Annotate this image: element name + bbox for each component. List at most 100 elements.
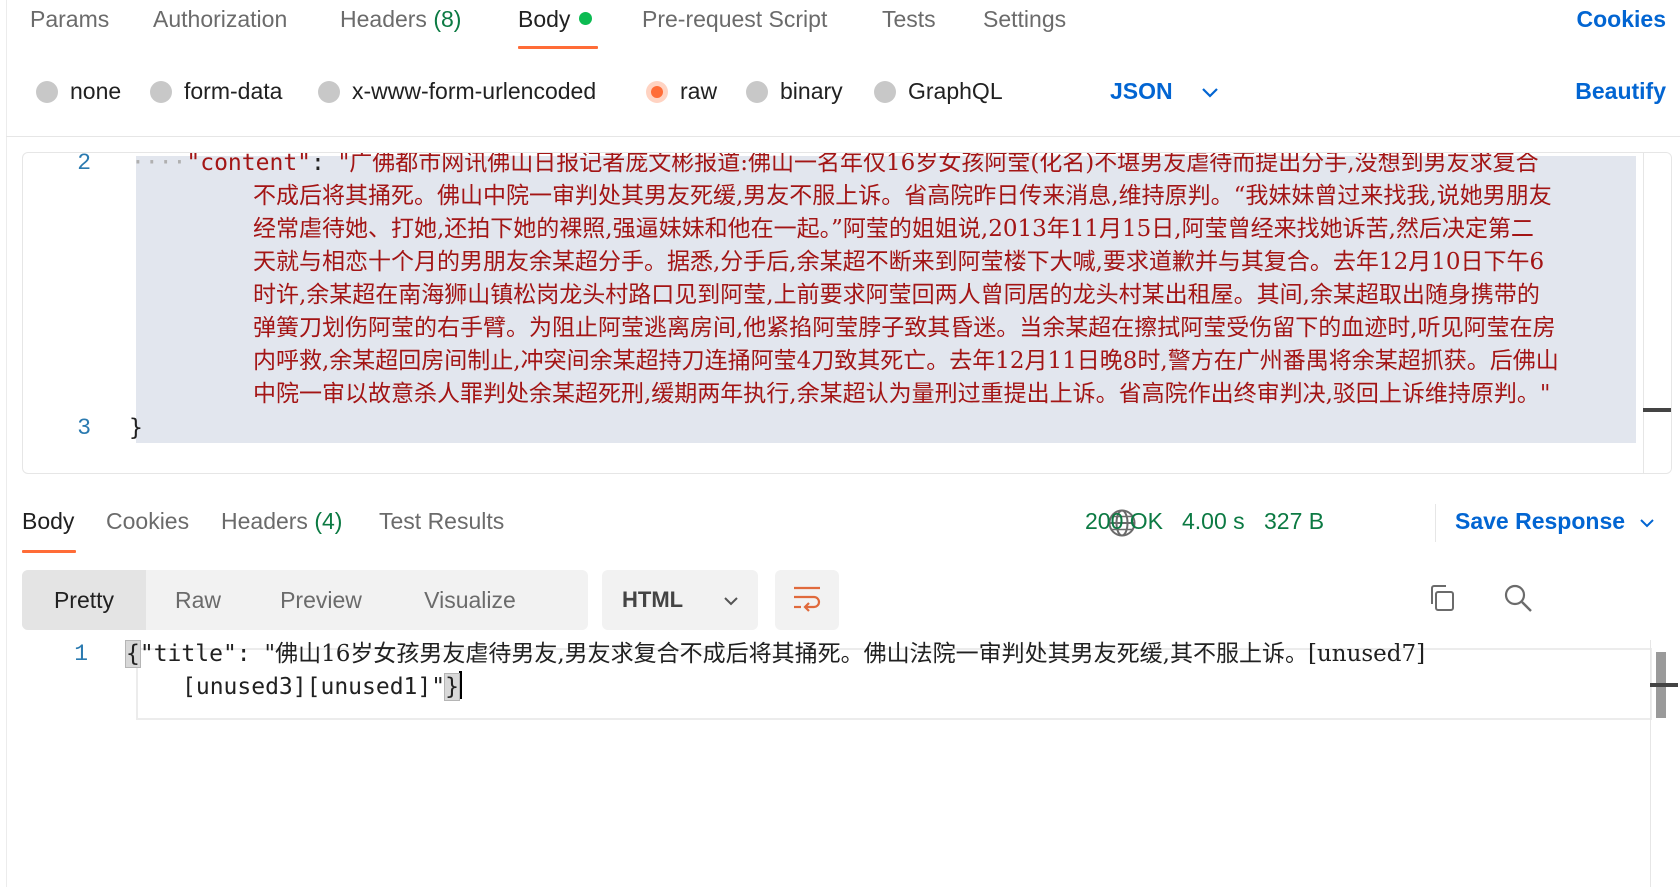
radio-graphql[interactable]: GraphQL [874, 78, 1003, 105]
tab-headers-count: (8) [433, 6, 462, 32]
json-colon: : [311, 152, 339, 176]
matched-bracket: } [444, 673, 460, 701]
response-format-label: HTML [622, 587, 684, 612]
resp-tab-headers[interactable]: Headers (4) [221, 508, 342, 535]
tab-body-underline [518, 46, 598, 49]
radio-graphql-label: GraphQL [908, 78, 1003, 104]
resp-tab-test-results-label: Test Results [379, 508, 505, 534]
resp-tab-headers-count: (4) [314, 508, 343, 534]
line-number: 1 [74, 641, 88, 667]
save-response-label: Save Response [1455, 508, 1626, 534]
code-line-2: ····"content": "广佛都市网讯佛山日报记者庞文彬报道:佛山一名年仅… [131, 152, 1641, 181]
radio-binary[interactable]: binary [746, 78, 843, 105]
beautify-button[interactable]: Beautify [1575, 78, 1666, 105]
view-raw[interactable]: Raw [146, 570, 250, 630]
scrollbar-thumb[interactable] [1643, 408, 1671, 412]
radio-circle [150, 80, 172, 103]
tab-tests-label: Tests [882, 6, 936, 32]
body-type-selector: none form-data x-www-form-urlencoded raw… [0, 70, 1680, 118]
resp-tab-body-underline [22, 550, 76, 553]
radio-circle-checked [646, 80, 668, 103]
radio-circle [318, 80, 340, 103]
whitespace-dots: ···· [131, 152, 187, 176]
tab-pre-request-script[interactable]: Pre-request Script [642, 6, 827, 33]
vertical-scrollbar[interactable] [1643, 153, 1671, 473]
radio-form-data[interactable]: form-data [150, 78, 282, 105]
radio-binary-label: binary [780, 78, 843, 104]
response-format-select[interactable]: HTML [602, 570, 758, 630]
line-number: 3 [77, 415, 91, 441]
resp-tab-cookies[interactable]: Cookies [106, 508, 189, 535]
json-value-line: 天就与相恋十个月的男朋友余某超分手。据悉,分手后,余某超不断来到阿莹楼下大喊,要… [253, 249, 1545, 275]
raw-format-select[interactable]: JSON [1110, 78, 1219, 105]
tab-headers[interactable]: Headers (8) [340, 6, 461, 33]
json-key: "content" [186, 152, 312, 176]
tab-params-label: Params [30, 6, 110, 32]
radio-circle [36, 80, 58, 103]
tab-headers-label: Headers [340, 6, 427, 32]
save-response-button[interactable]: Save Response [1455, 508, 1655, 535]
response-line-1-wrap: [unused3][unused1]"} [182, 669, 462, 705]
json-value-line: 内呼救,余某超回房间制止,冲突间余某超持刀连捅阿莹4刀致其死亡。去年12月11日… [253, 348, 1559, 374]
radio-raw[interactable]: raw [646, 78, 717, 105]
divider [6, 136, 1680, 137]
search-icon [1503, 583, 1533, 618]
resp-tab-cookies-label: Cookies [106, 508, 190, 534]
json-value-line: "广佛都市网讯佛山日报记者庞文彬报道:佛山一名年仅16岁女孩阿莹(化名)不堪男友… [338, 152, 1539, 176]
cookies-link[interactable]: Cookies [1577, 6, 1666, 33]
radio-form-data-label: form-data [184, 78, 283, 104]
scrollbar-marker [1650, 683, 1678, 687]
search-button[interactable] [1500, 582, 1536, 618]
radio-none[interactable]: none [36, 78, 121, 105]
json-value-line: [unused3][unused1]" [182, 674, 446, 700]
dot-indicator [579, 12, 593, 25]
json-value-line: 中院一审以故意杀人罪判处余某超死刑,缓期两年执行,余某超认为量刑过重提出上诉。省… [253, 381, 1551, 407]
wrap-lines-button[interactable] [775, 570, 839, 630]
scrollbar-track[interactable] [1650, 640, 1651, 887]
view-visualize[interactable]: Visualize [392, 570, 548, 630]
json-value-line: 经常虐待她、打她,还拍下她的裸照,强逼妹妹和他在一起。”阿莹的姐姐说,2013年… [253, 216, 1534, 242]
resp-tab-body[interactable]: Body [22, 508, 74, 535]
response-view-modes: Pretty Raw Preview Visualize [22, 570, 588, 630]
tab-settings-label: Settings [983, 6, 1067, 32]
wrap-lines-icon [792, 584, 822, 617]
tab-settings[interactable]: Settings [983, 6, 1066, 33]
line-number: 2 [77, 152, 91, 176]
postman-page: Params Authorization Headers (8) Body Pr… [0, 0, 1680, 887]
radio-circle [874, 80, 896, 103]
response-body-viewer[interactable]: 1 {"title": "佛山16岁女孩男友虐待男友,男友求复合不成后将其捅死。… [6, 640, 1680, 887]
chevron-down-icon [723, 587, 739, 613]
json-value-line: 时许,余某超在南海狮山镇松岗龙头村路口见到阿莹,上前要求阿莹回两人曾同居的龙头村… [253, 282, 1540, 308]
view-preview[interactable]: Preview [250, 570, 392, 630]
response-tabs: Body Cookies Headers (4) Test Results 20… [0, 502, 1680, 554]
chevron-down-icon [1201, 78, 1219, 105]
response-line-1: {"title": "佛山16岁女孩男友虐待男友,男友求复合不成后将其捅死。佛山… [125, 636, 1426, 672]
text-caret [458, 671, 462, 699]
radio-circle [746, 80, 768, 103]
json-value-line: 不成后将其捅死。佛山中院一审判处其男友死缓,男友不服上诉。省高院昨日传来消息,维… [253, 183, 1552, 209]
radio-none-label: none [70, 78, 122, 104]
radio-raw-label: raw [680, 78, 718, 104]
tab-body[interactable]: Body [518, 6, 593, 33]
closing-brace: } [129, 415, 143, 441]
view-pretty[interactable]: Pretty [22, 570, 146, 630]
copy-button[interactable] [1424, 582, 1460, 618]
tab-authorization[interactable]: Authorization [153, 6, 287, 33]
resp-tab-body-label: Body [22, 508, 75, 534]
json-value-line: 弹簧刀划伤阿莹的右手臂。为阻止阿莹逃离房间,他紧掐阿莹脖子致其昏迷。当余某超在擦… [253, 315, 1556, 341]
resp-tab-test-results[interactable]: Test Results [379, 508, 504, 535]
response-size[interactable]: 327 B [1264, 508, 1324, 535]
status-code[interactable]: 200 OK [1085, 508, 1163, 535]
tab-pre-request-label: Pre-request Script [642, 6, 828, 32]
radio-urlencoded-label: x-www-form-urlencoded [352, 78, 597, 104]
json-colon: : [236, 641, 265, 667]
tab-params[interactable]: Params [30, 6, 109, 33]
json-value-line: "佛山16岁女孩男友虐待男友,男友求复合不成后将其捅死。佛山法院一审判处其男友死… [264, 641, 1426, 667]
json-key: "title" [139, 641, 237, 667]
radio-x-www-form-urlencoded[interactable]: x-www-form-urlencoded [318, 78, 596, 105]
response-time[interactable]: 4.00 s [1182, 508, 1245, 535]
raw-format-label: JSON [1110, 78, 1173, 104]
tab-body-label: Body [518, 6, 571, 32]
tab-tests[interactable]: Tests [882, 6, 936, 33]
request-body-editor[interactable]: 2 ····"content": "广佛都市网讯佛山日报记者庞文彬报道:佛山一名… [22, 152, 1672, 474]
